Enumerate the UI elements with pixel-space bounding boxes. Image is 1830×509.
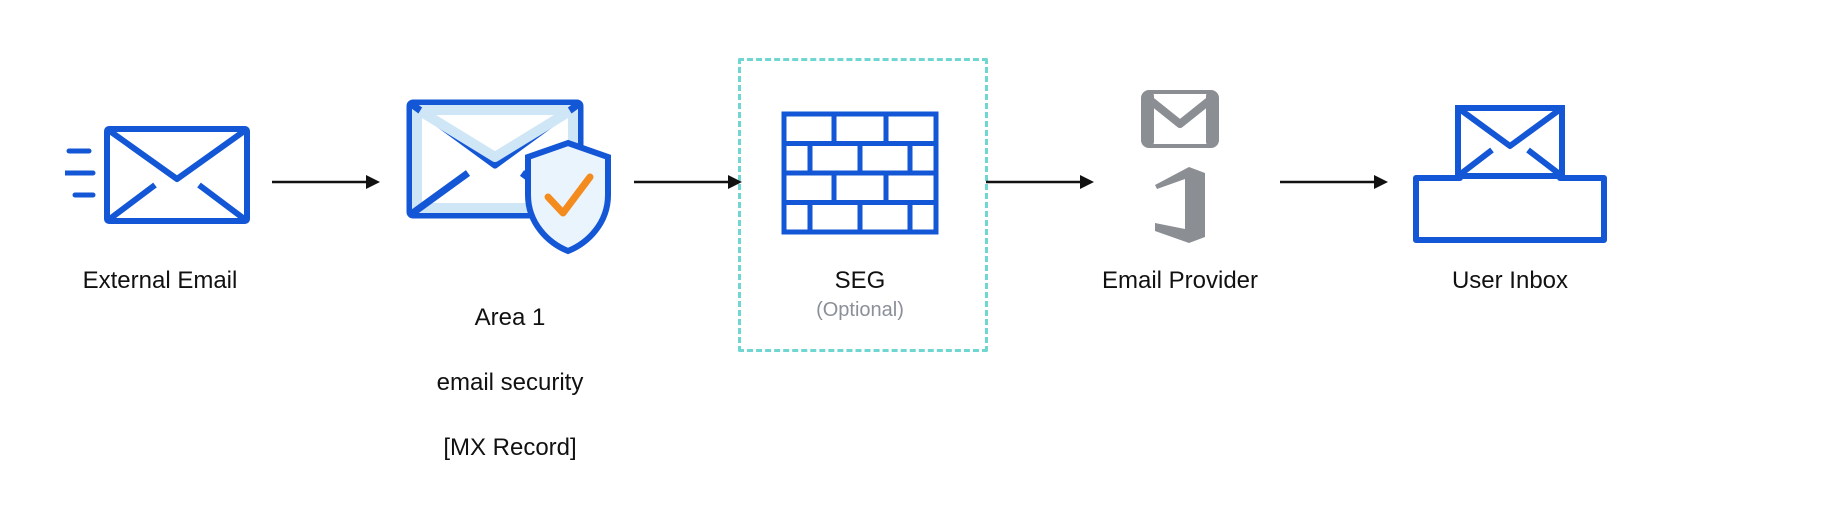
node-external-email: External Email: [50, 85, 270, 297]
external-email-label: External Email: [83, 265, 238, 297]
firewall-icon: [780, 85, 940, 265]
seg-label: SEG: [835, 265, 886, 297]
node-user-inbox: User Inbox: [1400, 85, 1620, 297]
area1-label-line2: email security: [437, 369, 584, 396]
arrow-1: [270, 172, 380, 192]
email-provider-label: Email Provider: [1102, 265, 1258, 297]
node-seg: SEG (Optional): [760, 85, 960, 322]
gmail-icon: [1141, 90, 1219, 153]
arrow-3: [984, 172, 1094, 192]
user-inbox-label: User Inbox: [1452, 265, 1568, 297]
node-area1: Area 1 email security [MX Record]: [380, 70, 640, 464]
arrow-4: [1278, 172, 1388, 192]
area1-label-line1: Area 1: [475, 304, 546, 331]
email-flow-diagram: External Email: [0, 0, 1830, 509]
inbox-icon: [1410, 85, 1610, 265]
area1-label: Area 1 email security [MX Record]: [437, 270, 584, 464]
provider-icons: [1141, 75, 1219, 265]
node-email-provider: Email Provider: [1080, 75, 1280, 297]
external-email-icon: [65, 85, 255, 265]
area1-label-line3: [MX Record]: [443, 434, 576, 461]
seg-sublabel: (Optional): [816, 299, 904, 322]
office-icon: [1147, 165, 1213, 250]
area1-shield-icon: [400, 70, 620, 270]
arrow-2: [632, 172, 742, 192]
